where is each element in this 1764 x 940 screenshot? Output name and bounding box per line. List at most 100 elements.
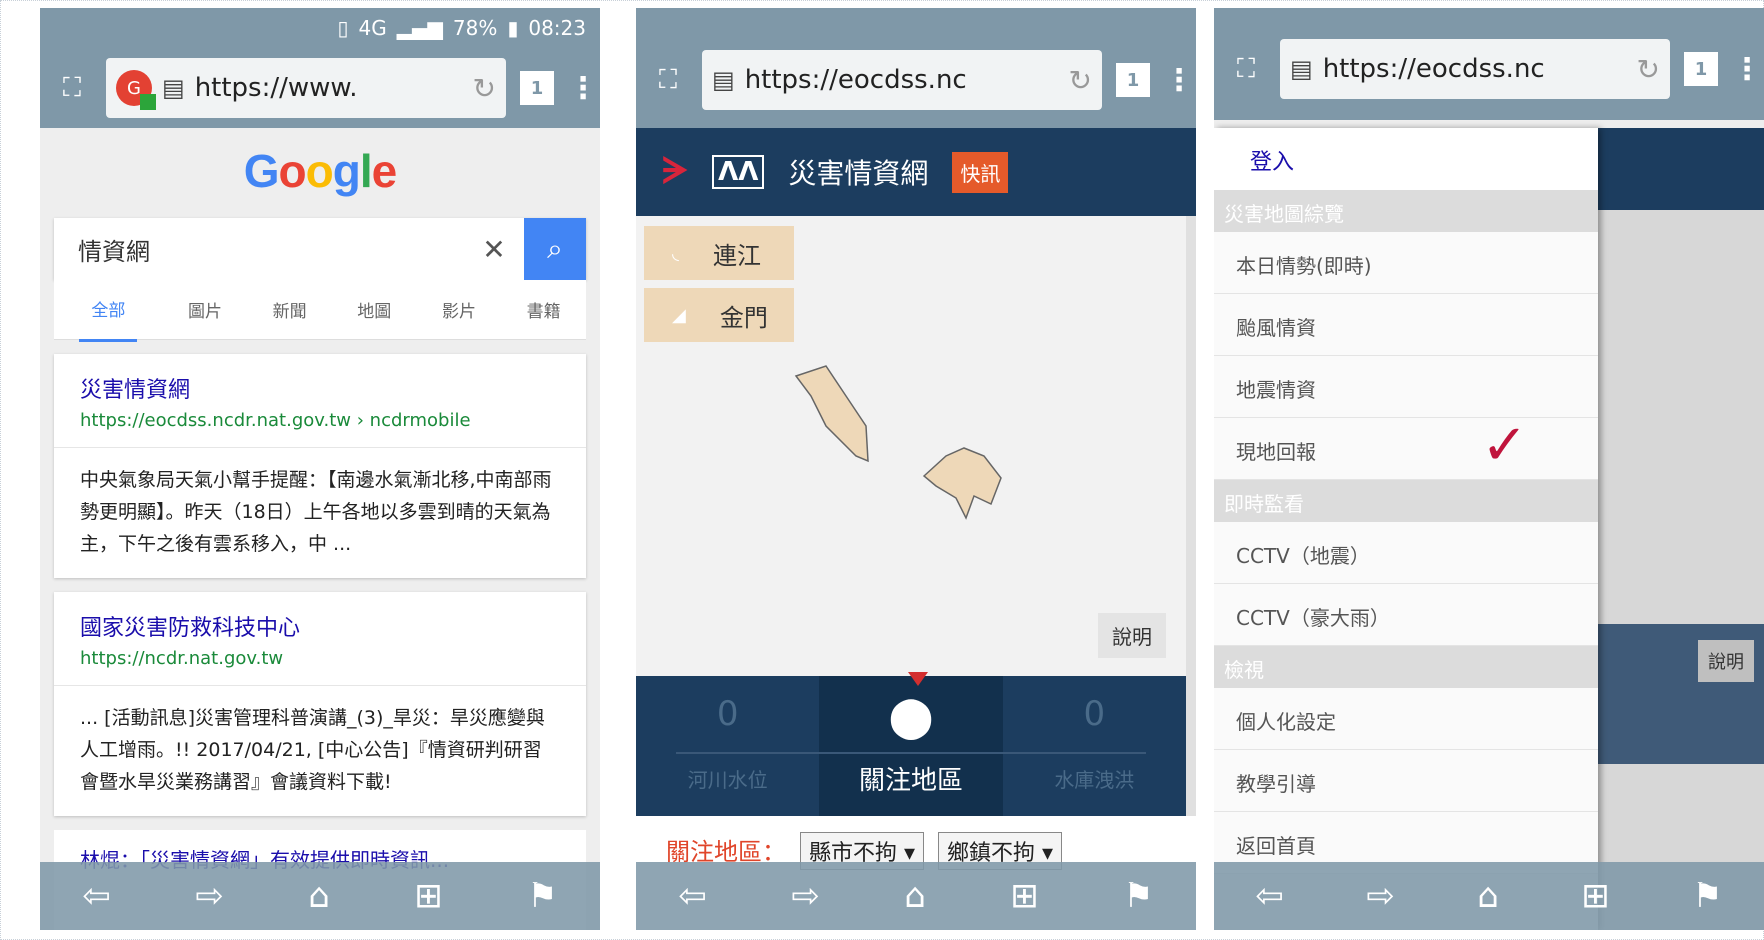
back-icon[interactable]: ⇦: [678, 876, 707, 916]
login-link[interactable]: 登入: [1214, 128, 1598, 190]
reload-icon[interactable]: ↻: [1637, 53, 1660, 86]
location-pin-icon: ⬤: [888, 694, 934, 740]
home-icon[interactable]: ⌂: [904, 876, 926, 916]
region-kinmen[interactable]: ◢ 金門: [644, 288, 794, 342]
forward-icon[interactable]: ⇨: [791, 876, 820, 916]
tab-count-button[interactable]: 1: [520, 71, 554, 105]
result-title[interactable]: 國家災害防救科技中心: [80, 610, 560, 642]
bookmark-icon[interactable]: ⚑: [527, 876, 557, 916]
tab-news[interactable]: 新聞: [273, 297, 307, 322]
clock: 08:23: [528, 16, 586, 40]
menu-item-field-report[interactable]: 現地回報 ✓: [1214, 418, 1598, 480]
browser-toolbar: ⛶ G ▤ https://www. ↻ 1 ⋮: [40, 48, 600, 128]
reader-mode-icon[interactable]: ▤: [162, 74, 185, 102]
flash-news-badge[interactable]: 快訊: [952, 151, 1009, 193]
tab-books[interactable]: 書籍: [527, 297, 561, 322]
search-icon[interactable]: ⌕: [524, 218, 586, 280]
back-icon[interactable]: ⇦: [1255, 876, 1284, 916]
fullscreen-icon[interactable]: ⛶: [1226, 49, 1266, 89]
back-icon[interactable]: ⇦: [82, 876, 111, 916]
nav-drawer: 登入 災害地圖綜覽 本日情勢(即時) 颱風情資 地震情資 現地回報 ✓ 即時監看…: [1214, 128, 1598, 930]
fullscreen-icon[interactable]: ⛶: [52, 68, 92, 108]
menu-item-tutorial[interactable]: 教學引導: [1214, 750, 1598, 812]
map-island-shapes[interactable]: [786, 356, 1086, 556]
stats-divider: [676, 752, 1146, 754]
bookmark-icon[interactable]: ⚑: [1692, 876, 1722, 916]
reload-icon[interactable]: ↻: [473, 72, 496, 105]
google-logo-letter: o: [305, 145, 334, 197]
status-bar: ▯ 4G ▂▄▆ 78% ▮ 08:23: [40, 8, 600, 48]
signal-icon: ▂▄▆: [396, 16, 443, 40]
home-icon[interactable]: ⌂: [1477, 876, 1499, 916]
bookmark-icon[interactable]: ⚑: [1123, 876, 1153, 916]
menu-item-earthquake[interactable]: 地震情資: [1214, 356, 1598, 418]
search-tabs: 全部 圖片 新聞 地圖 影片 書籍: [54, 278, 586, 342]
url-text[interactable]: https://eocdss.nc: [1323, 54, 1627, 84]
menu-item-typhoon[interactable]: 颱風情資: [1214, 294, 1598, 356]
clear-icon[interactable]: ✕: [464, 233, 524, 266]
map-area[interactable]: ◟ 連江 ◢ 金門 說明: [636, 216, 1196, 686]
site-security-icon[interactable]: G: [116, 70, 156, 110]
google-logo-letter: g: [332, 145, 361, 197]
stats-panel: 0 河川水位 ⬤ 關注地區 0 水庫洩洪: [636, 676, 1196, 816]
help-button[interactable]: 說明: [1098, 613, 1166, 658]
address-bar[interactable]: ▤ https://eocdss.nc ↻: [1280, 39, 1670, 99]
menu-icon[interactable]: ⋮: [568, 71, 598, 106]
tab-all[interactable]: 全部: [79, 278, 138, 342]
search-box: 情資網 ✕ ⌕: [54, 218, 586, 280]
tab-videos[interactable]: 影片: [442, 297, 476, 322]
bottom-nav: ⇦ ⇨ ⌂ ⊞ ⚑: [1214, 862, 1764, 930]
tab-count-button[interactable]: 1: [1684, 52, 1718, 86]
result-snippet: ... [活動訊息]災害管理科普演講_(3)_旱災：旱災應變與人工增雨。!! 2…: [80, 707, 545, 793]
menu-item-cctv-quake[interactable]: CCTV（地震）: [1214, 522, 1598, 584]
browser-toolbar: ⛶ ▤ https://eocdss.nc ↻ 1 ⋮: [636, 32, 1196, 128]
forward-icon[interactable]: ⇨: [1366, 876, 1395, 916]
result-url[interactable]: https://ncdr.nat.gov.tw: [80, 648, 560, 669]
menu-item-settings[interactable]: 個人化設定: [1214, 688, 1598, 750]
address-bar[interactable]: ▤ https://eocdss.nc ↻: [702, 50, 1102, 110]
menu-item-cctv-rain[interactable]: CCTV（豪大雨）: [1214, 584, 1598, 646]
reload-icon[interactable]: ↻: [1069, 64, 1092, 97]
tab-count-button[interactable]: 1: [1116, 63, 1150, 97]
result-snippet: 中央氣象局天氣小幫手提醒：【南邊水氣漸北移,中南部雨勢更明顯】。昨天（18日）上…: [80, 469, 552, 555]
result-title[interactable]: 災害情資網: [80, 372, 560, 404]
pointer-indicator: [908, 672, 928, 686]
menu-icon[interactable]: ⋮: [1732, 52, 1762, 87]
status-bar: [636, 8, 1196, 32]
tabs-icon[interactable]: ⊞: [1010, 876, 1039, 916]
battery-level: 78%: [452, 16, 498, 40]
bottom-nav: ⇦ ⇨ ⌂ ⊞ ⚑: [40, 862, 600, 930]
google-logo-letter: o: [278, 145, 307, 197]
fullscreen-icon[interactable]: ⛶: [648, 60, 688, 100]
search-result: 國家災害防救科技中心 https://ncdr.nat.gov.tw ... […: [54, 592, 586, 816]
region-lienchiang[interactable]: ◟ 連江: [644, 226, 794, 280]
help-button[interactable]: 說明: [1698, 640, 1754, 682]
google-logo-letter: e: [371, 145, 398, 197]
ncdr-logo[interactable]: ᐱᐱ: [712, 155, 765, 189]
menu-icon[interactable]: ⋮: [1164, 63, 1194, 98]
network-type: 4G: [358, 16, 387, 40]
forward-icon[interactable]: ⇨: [195, 876, 224, 916]
site-header: ᗒ ᐱᐱ 災害情資網 快訊: [636, 128, 1196, 216]
battery-icon: ▮: [507, 16, 519, 40]
reader-mode-icon[interactable]: ▤: [1290, 55, 1313, 83]
stat-reservoir-release[interactable]: 0 水庫洩洪: [1003, 676, 1186, 816]
address-bar[interactable]: G ▤ https://www. ↻: [106, 58, 506, 118]
search-input[interactable]: 情資網: [54, 232, 464, 267]
stat-river-level[interactable]: 0 河川水位: [636, 676, 819, 816]
url-text[interactable]: https://www.: [195, 73, 463, 103]
site-logo[interactable]: ᗒ: [662, 151, 688, 193]
tabs-icon[interactable]: ⊞: [414, 876, 443, 916]
home-icon[interactable]: ⌂: [308, 876, 330, 916]
url-text[interactable]: https://eocdss.nc: [745, 65, 1059, 95]
bottom-nav: ⇦ ⇨ ⌂ ⊞ ⚑: [636, 862, 1196, 930]
tabs-icon[interactable]: ⊞: [1581, 876, 1610, 916]
tab-maps[interactable]: 地圖: [357, 297, 391, 322]
stat-watched-area[interactable]: ⬤ 關注地區: [819, 676, 1003, 816]
result-url[interactable]: https://eocdss.ncdr.nat.gov.tw › ncdrmob…: [80, 410, 560, 431]
menu-item-today[interactable]: 本日情勢(即時): [1214, 232, 1598, 294]
phone-ncdr-menu: ⛶ ▤ https://eocdss.nc ↻ 1 ⋮ 說明 登入 災害地圖綜覽…: [1214, 8, 1764, 930]
tab-images[interactable]: 圖片: [188, 297, 222, 322]
google-logo-letter: G: [243, 145, 280, 197]
reader-mode-icon[interactable]: ▤: [712, 66, 735, 94]
